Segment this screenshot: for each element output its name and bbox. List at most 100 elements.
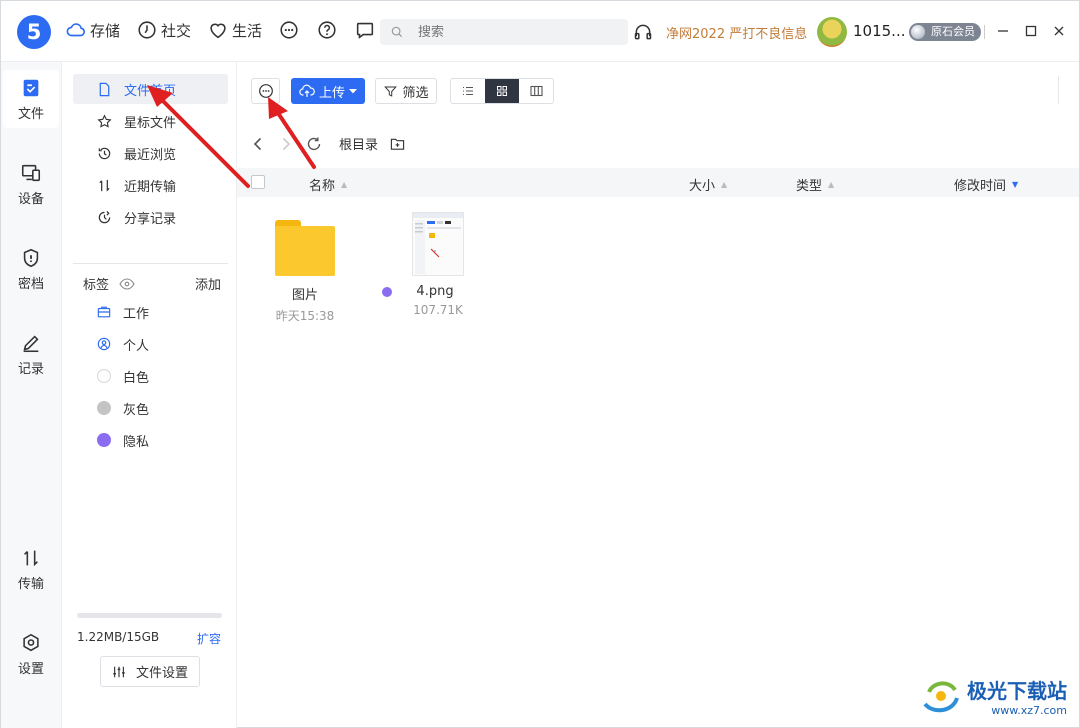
rail-item-files[interactable]: 文件 <box>3 70 59 128</box>
document-icon <box>99 82 110 96</box>
message-button[interactable] <box>354 19 376 41</box>
item-name-row: 4.png <box>382 284 454 299</box>
rail-item-devices[interactable]: 设备 <box>3 155 59 213</box>
filter-icon <box>383 86 397 97</box>
tag-item-work[interactable]: 工作 <box>97 300 149 324</box>
close-button[interactable] <box>1049 21 1069 41</box>
divider <box>1058 76 1059 104</box>
chevron-right-icon <box>282 137 291 150</box>
file-panel: 文件首页 星标文件 最近浏览 近期传输 分享记录 标签 添加 工作 个人 白色 … <box>62 62 237 728</box>
history-icon <box>98 147 111 159</box>
back-button[interactable] <box>249 135 267 153</box>
sort-icon: ▲ <box>341 180 348 189</box>
tag-item-personal[interactable]: 个人 <box>97 332 149 356</box>
breadcrumb-root[interactable]: 根目录 <box>339 134 378 153</box>
panel-item-transfers[interactable]: 近期传输 <box>73 170 228 200</box>
sort-icon: ▲ <box>828 180 835 189</box>
watermark: 极光下载站 www.xz7.com <box>921 675 1067 717</box>
file-settings-label: 文件设置 <box>135 666 188 681</box>
file-settings-button[interactable]: 文件设置 <box>100 656 200 687</box>
expand-storage-link[interactable]: 扩容 <box>197 630 221 647</box>
list-view-button[interactable] <box>451 79 485 103</box>
column-header-type[interactable]: 类型 ▲ <box>796 175 834 194</box>
title-bar: 5 存储 社交 生活 搜索 净网2022 严打不良信息 1015... 原石会员 <box>1 1 1079 62</box>
panel-item-label: 文件首页 <box>124 83 177 99</box>
tag-item-gray[interactable]: 灰色 <box>97 396 149 420</box>
white-dot-icon <box>97 369 111 383</box>
more-apps-button[interactable] <box>278 19 300 41</box>
rail-item-label: 密档 <box>17 276 44 292</box>
rail-item-transfer[interactable]: 传输 <box>3 540 59 598</box>
eye-icon[interactable] <box>119 277 135 290</box>
app-logo[interactable]: 5 <box>17 15 51 49</box>
grid-view-button[interactable] <box>485 79 520 103</box>
rail-item-settings[interactable]: 设置 <box>3 625 59 683</box>
minimize-button[interactable] <box>993 21 1013 41</box>
headphone-icon <box>634 24 652 40</box>
add-folder-icon <box>390 138 404 150</box>
main-content: 上传 筛选 根目录 名称 ▲ 大小 ▲ 类型 ▲ 修改时间 ▼ 图片 昨天15:… <box>237 62 1079 728</box>
panel-item-starred[interactable]: 星标文件 <box>73 106 228 136</box>
gray-dot-icon <box>97 401 111 415</box>
briefcase-icon <box>97 306 111 318</box>
panel-item-label: 星标文件 <box>124 115 177 131</box>
rail-item-notes[interactable]: 记录 <box>3 325 59 383</box>
table-header: 名称 ▲ 大小 ▲ 类型 ▲ 修改时间 ▼ <box>237 168 1079 197</box>
service-button[interactable] <box>633 21 653 47</box>
maximize-button[interactable] <box>1021 21 1041 41</box>
column-header-size[interactable]: 大小 ▲ <box>689 175 727 194</box>
username[interactable]: 1015... <box>853 22 905 40</box>
storage-progress <box>77 613 222 618</box>
more-actions-button[interactable] <box>251 78 280 104</box>
column-header-modified[interactable]: 修改时间 ▼ <box>954 175 1018 194</box>
minimize-icon <box>998 30 1008 32</box>
refresh-button[interactable] <box>305 135 323 153</box>
panel-item-shares[interactable]: 分享记录 <box>73 202 228 232</box>
panel-item-recent[interactable]: 最近浏览 <box>73 138 228 168</box>
filter-button[interactable]: 筛选 <box>375 78 438 104</box>
grid-icon <box>497 86 508 96</box>
column-view-button[interactable] <box>519 79 553 103</box>
item-name: 4.png <box>416 284 454 299</box>
app-window: 5 存储 社交 生活 搜索 净网2022 严打不良信息 1015... 原石会员… <box>0 0 1080 728</box>
help-button[interactable] <box>316 19 338 41</box>
search-box[interactable] <box>380 19 628 45</box>
grid-item-image[interactable]: 4.png 107.71K <box>382 212 488 317</box>
tag-label: 工作 <box>123 306 150 322</box>
chat-bubble-icon <box>356 22 374 39</box>
tag-item-white[interactable]: 白色 <box>97 364 149 388</box>
tag-item-private[interactable]: 隐私 <box>97 428 149 452</box>
transfer-icon <box>99 179 110 192</box>
grid-item-folder[interactable]: 图片 昨天15:38 <box>255 212 355 324</box>
add-tag-button[interactable]: 添加 <box>195 274 221 293</box>
transfer-icon <box>24 550 38 566</box>
avatar[interactable] <box>817 17 847 47</box>
promo-link[interactable]: 净网2022 严打不良信息 <box>666 23 807 42</box>
rail-item-label: 设备 <box>17 191 44 207</box>
nav-storage[interactable]: 存储 <box>65 19 120 41</box>
tags-label: 标签 <box>83 278 110 293</box>
search-input[interactable] <box>418 24 618 40</box>
nav-life[interactable]: 生活 <box>207 19 262 41</box>
chevron-left-icon <box>253 137 262 150</box>
select-all-checkbox[interactable] <box>251 175 265 189</box>
new-folder-button[interactable] <box>388 135 406 153</box>
tags-header: 标签 添加 <box>83 274 221 293</box>
nav-social[interactable]: 社交 <box>136 19 191 41</box>
more-circle-icon <box>258 84 273 98</box>
share-record-icon <box>98 210 111 223</box>
upload-button[interactable]: 上传 <box>291 78 366 104</box>
panel-item-home[interactable]: 文件首页 <box>73 74 228 104</box>
forward-button[interactable] <box>277 135 295 153</box>
vip-badge[interactable]: 原石会员 <box>909 23 981 41</box>
left-rail: 文件 设备 密档 记录 传输 设置 <box>1 62 62 728</box>
upload-label: 上传 <box>319 85 346 101</box>
rail-item-label: 记录 <box>17 361 44 377</box>
filter-label: 筛选 <box>402 85 429 101</box>
rail-item-vault[interactable]: 密档 <box>3 240 59 298</box>
heart-icon <box>210 23 226 39</box>
purple-tag-dot-icon <box>382 286 393 297</box>
column-header-name[interactable]: 名称 ▲ <box>309 175 347 194</box>
settings-icon <box>23 633 39 651</box>
rail-item-label: 文件 <box>17 106 44 122</box>
